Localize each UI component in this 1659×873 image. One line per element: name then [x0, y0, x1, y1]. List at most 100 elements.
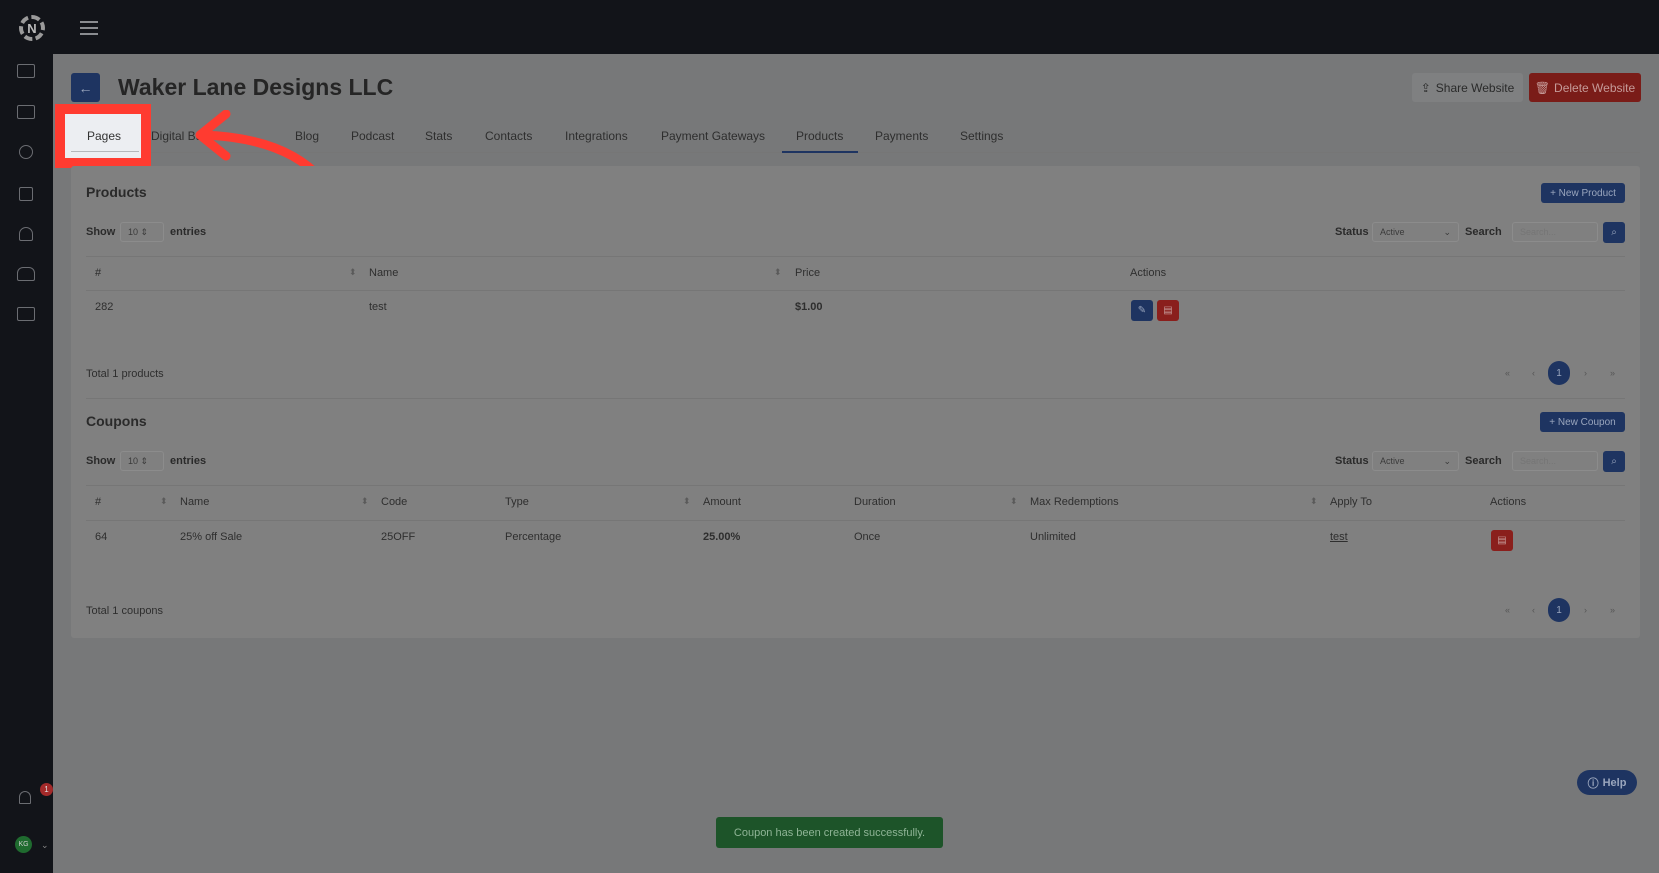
notification-badge: 1	[40, 783, 53, 796]
sort-icon[interactable]: ⬍	[1310, 496, 1318, 507]
prev-page[interactable]: ‹	[1532, 368, 1535, 378]
product-name: test	[369, 301, 387, 313]
search-icon: ⌕	[1611, 456, 1617, 467]
avatar[interactable]: KG	[15, 836, 32, 853]
col-actions: Actions	[1490, 496, 1527, 508]
col-code[interactable]: Code	[381, 496, 407, 508]
status-label: Status	[1335, 455, 1369, 467]
back-button[interactable]: ←	[71, 73, 100, 102]
sidebar: N 1 KG ⌄	[0, 0, 53, 873]
tab-stats[interactable]: Stats	[425, 129, 452, 143]
edit-product-button[interactable]: ✎	[1131, 300, 1153, 321]
next-page[interactable]: ›	[1584, 605, 1587, 615]
help-button[interactable]: ⓘ Help	[1577, 770, 1637, 795]
team-icon[interactable]	[17, 267, 35, 281]
status-select[interactable]: Active ⌄	[1372, 451, 1459, 471]
products-total: Total 1 products	[86, 368, 164, 380]
video-icon[interactable]	[17, 307, 35, 321]
search-icon: ⌕	[1611, 227, 1617, 238]
card-icon[interactable]	[17, 105, 35, 119]
coupon-amount: 25.00%	[703, 531, 741, 543]
prev-page[interactable]: ‹	[1532, 605, 1535, 615]
share-website-button[interactable]: ⇪ Share Website	[1412, 73, 1523, 102]
first-page[interactable]: «	[1505, 605, 1510, 615]
search-button[interactable]: ⌕	[1603, 222, 1625, 243]
product-price: $1.00	[795, 301, 823, 313]
bell-icon[interactable]	[19, 791, 31, 804]
coupons-search-input[interactable]	[1512, 451, 1598, 471]
tab-contacts[interactable]: Contacts	[485, 129, 532, 143]
archive-product-button[interactable]: ▤	[1157, 300, 1179, 321]
product-id: 282	[95, 301, 114, 313]
entries-label: entries	[170, 455, 207, 467]
col-type[interactable]: Type	[505, 496, 529, 508]
entries-select[interactable]: 10 ⇕	[120, 222, 164, 242]
tab-payment-gateways[interactable]: Payment Gateways	[661, 129, 765, 143]
sort-icon[interactable]: ⬍	[349, 267, 357, 278]
sort-icon[interactable]: ⬍	[683, 496, 691, 507]
page-1[interactable]: 1	[1548, 598, 1570, 622]
last-page[interactable]: »	[1610, 368, 1615, 378]
next-page[interactable]: ›	[1584, 368, 1587, 378]
sort-icon[interactable]: ⬍	[774, 267, 782, 278]
status-select[interactable]: Active ⌄	[1372, 222, 1459, 242]
first-page[interactable]: «	[1505, 368, 1510, 378]
show-label: Show	[86, 226, 116, 238]
sort-icon[interactable]: ⬍	[160, 496, 168, 507]
tab-integrations[interactable]: Integrations	[565, 129, 628, 143]
arrow-left-icon: ←	[78, 79, 93, 96]
search-label: Search	[1465, 455, 1502, 467]
website-icon[interactable]	[17, 64, 35, 78]
coupon-name: 25% off Sale	[180, 531, 243, 543]
coupon-max-redemptions: Unlimited	[1030, 531, 1076, 543]
coupon-type: Percentage	[505, 531, 562, 543]
archive-icon: ▤	[1163, 305, 1173, 316]
entries-select[interactable]: 10 ⇕	[120, 451, 164, 471]
products-search-input[interactable]	[1512, 222, 1598, 242]
col-apply-to[interactable]: Apply To	[1330, 496, 1372, 508]
col-name[interactable]: Name	[369, 267, 398, 279]
delete-website-button[interactable]: 🗑 Delete Website	[1529, 73, 1641, 102]
sort-icon[interactable]: ⬍	[1010, 496, 1018, 507]
gear-icon[interactable]	[19, 145, 33, 159]
search-button[interactable]: ⌕	[1603, 451, 1625, 472]
edit-icon: ✎	[1137, 305, 1147, 316]
tab-payments[interactable]: Payments	[875, 129, 928, 143]
col-price[interactable]: Price	[795, 267, 820, 279]
page-1[interactable]: 1	[1548, 361, 1570, 385]
products-title: Products	[86, 184, 147, 200]
coupons-title: Coupons	[86, 413, 147, 429]
archive-coupon-button[interactable]: ▤	[1491, 530, 1513, 551]
tab-settings[interactable]: Settings	[960, 129, 1003, 143]
last-page[interactable]: »	[1610, 605, 1615, 615]
col-actions: Actions	[1130, 267, 1167, 279]
tab-products[interactable]: Products	[796, 129, 843, 143]
new-product-button[interactable]: + New Product	[1541, 183, 1625, 203]
coupon-apply-to-link[interactable]: test	[1330, 531, 1348, 543]
archive-icon: ▤	[1497, 535, 1507, 546]
new-coupon-button[interactable]: + New Coupon	[1540, 412, 1625, 432]
menu-icon[interactable]	[80, 21, 98, 23]
chevron-down-icon[interactable]: ⌄	[41, 840, 49, 851]
search-label: Search	[1465, 226, 1502, 238]
success-toast: Coupon has been created successfully.	[716, 817, 943, 848]
tab-pages[interactable]: Pages	[87, 129, 121, 143]
sort-icon[interactable]: ⬍	[361, 496, 369, 507]
share-icon: ⇪	[1420, 80, 1431, 95]
col-amount[interactable]: Amount	[703, 496, 741, 508]
coupon-duration: Once	[854, 531, 881, 543]
entries-label: entries	[170, 226, 207, 238]
coupon-code: 25OFF	[381, 531, 416, 543]
col-duration[interactable]: Duration	[854, 496, 896, 508]
coupon-id: 64	[95, 531, 108, 543]
col-name[interactable]: Name	[180, 496, 209, 508]
apps-icon[interactable]	[19, 187, 33, 201]
add-user-icon[interactable]	[19, 227, 33, 241]
page-title: Waker Lane Designs LLC	[118, 74, 394, 100]
show-label: Show	[86, 455, 116, 467]
coupons-total: Total 1 coupons	[86, 605, 164, 617]
status-label: Status	[1335, 226, 1369, 238]
col-id[interactable]: #	[95, 267, 101, 279]
col-max-redemptions[interactable]: Max Redemptions	[1030, 496, 1119, 508]
col-id[interactable]: #	[95, 496, 101, 508]
